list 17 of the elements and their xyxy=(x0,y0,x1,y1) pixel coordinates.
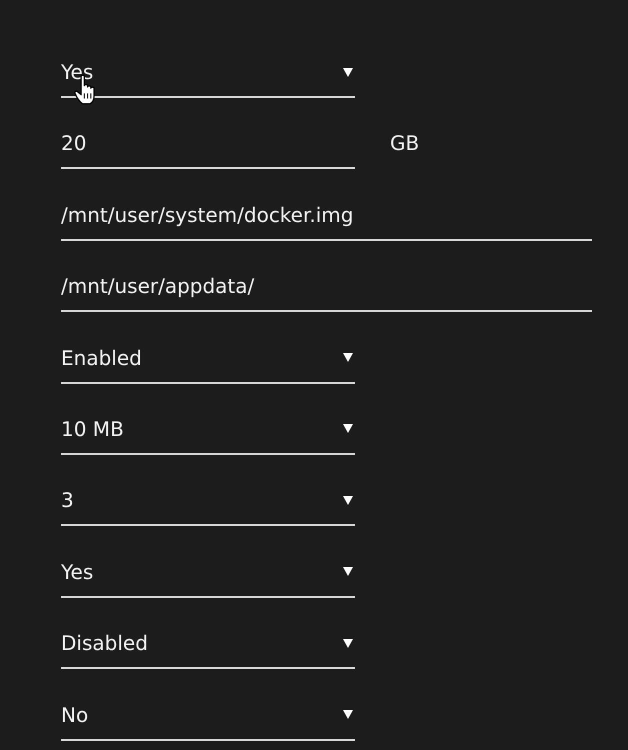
caret-down-icon xyxy=(343,68,353,76)
dropdown-select[interactable]: Enabled xyxy=(61,346,355,384)
input-field[interactable]: /mnt/user/appdata/ xyxy=(61,274,592,312)
input-field[interactable]: /mnt/user/system/docker.img xyxy=(61,202,592,241)
unit-label: GB xyxy=(390,131,420,156)
caret-down-icon xyxy=(343,353,353,362)
input-field[interactable]: 20 xyxy=(61,131,355,170)
caret-down-icon xyxy=(343,710,353,720)
caret-down-icon xyxy=(343,424,353,434)
caret-down-icon xyxy=(343,567,353,576)
dropdown-select[interactable]: Disabled xyxy=(61,631,355,670)
dropdown-select[interactable]: Yes xyxy=(61,560,355,598)
dropdown-select[interactable]: 10 MB xyxy=(61,416,355,455)
caret-down-icon xyxy=(343,638,353,648)
caret-down-icon xyxy=(343,496,353,505)
dropdown-select[interactable]: No xyxy=(61,702,355,741)
dropdown-select[interactable]: 3 xyxy=(61,488,355,526)
